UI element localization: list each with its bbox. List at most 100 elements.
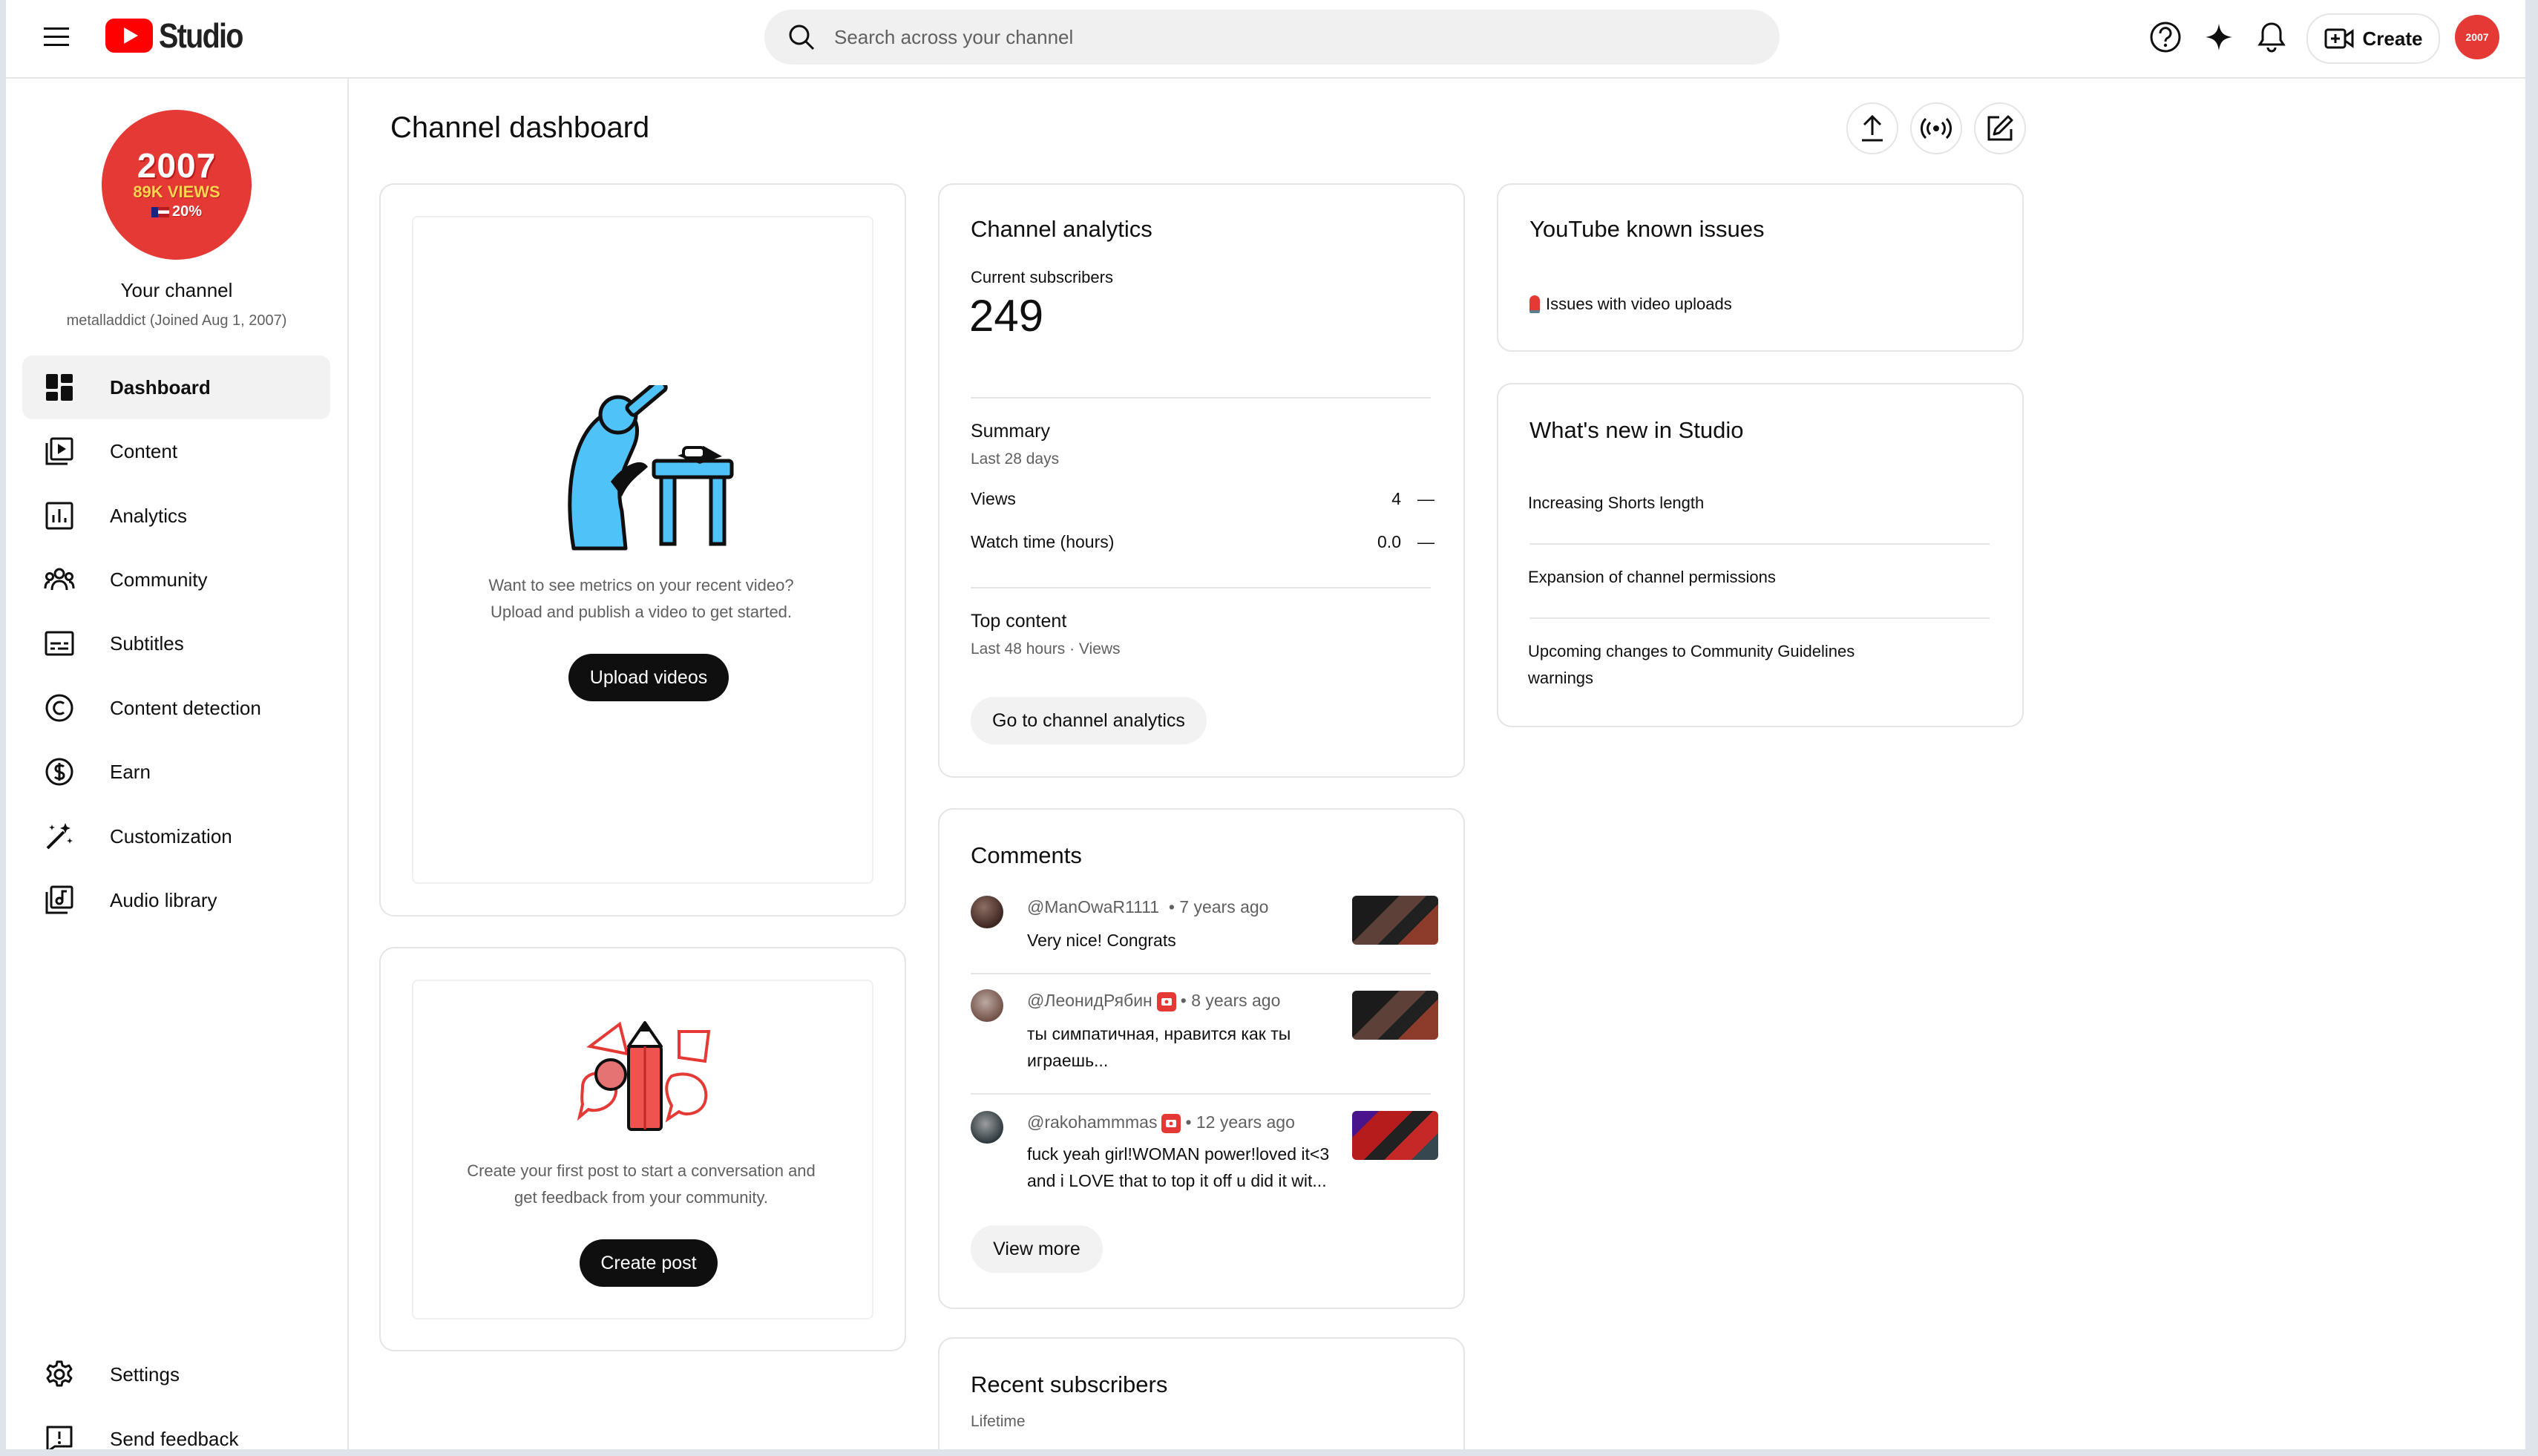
comment-text: fuck yeah girl!WOMAN power!loved it<3 an… [1027, 1144, 1330, 1190]
create-label: Create [2362, 27, 2423, 50]
comment-time: • 12 years ago [1185, 1112, 1295, 1132]
logo-text: Studio [159, 16, 243, 55]
sidebar-item-earn[interactable]: Earn [22, 740, 330, 804]
search-input[interactable] [833, 24, 1726, 50]
whats-new-item[interactable]: Increasing Shorts length [1528, 490, 1988, 517]
create-button[interactable]: Create [2306, 13, 2440, 64]
sidebar-item-audio-library[interactable]: Audio library [22, 868, 330, 932]
sidebar-item-label: Dashboard [110, 376, 211, 399]
latest-video-card: Want to see metrics on your recent video… [379, 183, 906, 916]
create-post-header-button[interactable] [1974, 102, 2026, 154]
comment-author[interactable]: @rakohammmas [1027, 1112, 1157, 1132]
summary-title: Summary [971, 421, 1050, 442]
sidebar-item-dashboard[interactable]: Dashboard [22, 355, 330, 419]
sidebar-item-community[interactable]: Community [22, 548, 330, 611]
top-content-period: Last 48 hours · Views [971, 640, 1121, 658]
analytics-icon [40, 496, 79, 535]
dollar-icon [40, 752, 79, 791]
sidebar-item-label: Send feedback [110, 1427, 239, 1450]
help-icon[interactable] [2146, 18, 2185, 56]
sidebar-item-subtitles[interactable]: Subtitles [22, 611, 330, 675]
page-title: Channel dashboard [390, 111, 650, 144]
channel-avatar-year: 2007 [137, 146, 217, 185]
sidebar-item-label: Analytics [110, 504, 188, 527]
whats-new-card: What's new in Studio Increasing Shorts l… [1497, 383, 2024, 727]
sidebar-item-label: Customization [110, 824, 232, 847]
sidebar: 2007 89K VIEWS 20% Your channel metallad… [6, 79, 349, 1449]
member-badge-icon [1156, 991, 1176, 1011]
subscribers-count: 249 [969, 291, 1044, 341]
channel-avatar-views: 89K VIEWS [133, 183, 220, 201]
watch-time-trend: — [1417, 532, 1434, 551]
comment-author[interactable]: @ЛеонидРябин [1027, 991, 1152, 1010]
sidebar-item-customization[interactable]: Customization [22, 804, 330, 868]
upload-icon [1862, 114, 1883, 142]
magic-wand-icon [40, 817, 79, 856]
sidebar-item-label: Content [110, 439, 178, 462]
video-thumbnail[interactable] [1352, 991, 1438, 1040]
member-badge-icon [1161, 1113, 1181, 1133]
post-card-text-1: Create your first post to start a conver… [467, 1161, 816, 1180]
sidebar-item-settings[interactable]: Settings [22, 1342, 330, 1406]
content-icon [40, 432, 79, 470]
whats-new-divider [1529, 617, 1990, 619]
comment-avatar[interactable] [971, 989, 1003, 1022]
notifications-bell-icon[interactable] [2252, 18, 2291, 56]
video-card-text-2: Upload and publish a video to get starte… [490, 603, 793, 621]
whats-new-title: What's new in Studio [1529, 417, 1744, 443]
comment-avatar[interactable] [971, 896, 1003, 928]
account-avatar-text: 2007 [2465, 31, 2489, 43]
community-icon [40, 560, 79, 599]
create-post-card: Create your first post to start a conver… [379, 947, 906, 1351]
recent-subscribers-title: Recent subscribers [971, 1371, 1168, 1397]
video-metrics-illustration [568, 385, 734, 551]
comment-author-line: @ЛеонидРябин • 8 years ago [1027, 991, 1280, 1011]
comment-avatar[interactable] [971, 1111, 1003, 1144]
go-live-button[interactable] [1910, 102, 1962, 154]
search-icon[interactable] [785, 21, 818, 53]
whats-new-item[interactable]: Expansion of channel permissions [1528, 564, 1988, 591]
whats-new-item[interactable]: Upcoming changes to Community Guidelines… [1528, 638, 1914, 692]
sparkle-icon[interactable] [2200, 18, 2238, 56]
comment-author-line: @rakohammmas • 12 years ago [1027, 1112, 1295, 1133]
hamburger-menu-icon[interactable] [40, 21, 73, 53]
studio-logo[interactable]: Studio [105, 16, 256, 55]
sidebar-item-label: Audio library [110, 888, 217, 911]
account-avatar[interactable]: 2007 [2455, 15, 2499, 59]
create-post-button[interactable]: Create post [580, 1239, 718, 1287]
analytics-divider [971, 397, 1431, 399]
sidebar-item-analytics[interactable]: Analytics [22, 484, 330, 548]
summary-period: Last 28 days [971, 450, 1060, 468]
sidebar-item-label: Subtitles [110, 632, 184, 655]
known-issues-title: YouTube known issues [1529, 216, 1765, 242]
dashboard-icon [40, 368, 79, 407]
channel-title[interactable]: Your channel [6, 279, 347, 302]
channel-avatar[interactable]: 2007 89K VIEWS 20% [102, 110, 252, 260]
video-thumbnail[interactable] [1352, 1111, 1438, 1160]
comment-text: ты симпатичная, нравится как ты играешь.… [1027, 1024, 1291, 1070]
view-more-comments-button[interactable]: View more [971, 1225, 1103, 1273]
sidebar-item-label: Settings [110, 1362, 180, 1386]
sidebar-item-content[interactable]: Content [22, 419, 330, 483]
top-content-title: Top content [971, 611, 1067, 632]
comment-divider [971, 973, 1431, 974]
comment-author[interactable]: @ManOwaR1111 [1027, 897, 1159, 916]
video-thumbnail[interactable] [1352, 896, 1438, 945]
whats-new-divider [1529, 543, 1990, 545]
post-card-text-2: get feedback from your community. [514, 1188, 768, 1207]
search-bar[interactable] [764, 10, 1780, 65]
subtitles-icon [40, 624, 79, 663]
comment-time: • 8 years ago [1180, 991, 1281, 1010]
live-broadcast-icon [1921, 117, 1952, 140]
comments-card: Comments @ManOwaR1111 • 7 years ago Very… [938, 808, 1465, 1309]
known-issue-item[interactable]: Issues with video uploads [1529, 295, 1732, 314]
us-flag-icon [151, 206, 169, 217]
upload-button[interactable] [1846, 102, 1898, 154]
sidebar-item-content-detection[interactable]: Content detection [22, 676, 330, 740]
go-to-channel-analytics-button[interactable]: Go to channel analytics [971, 697, 1207, 744]
feedback-icon [40, 1420, 79, 1449]
analytics-divider [971, 587, 1431, 588]
sidebar-item-send-feedback[interactable]: Send feedback [22, 1407, 330, 1449]
known-issue-text: Issues with video uploads [1546, 295, 1732, 313]
upload-videos-button[interactable]: Upload videos [568, 654, 729, 701]
